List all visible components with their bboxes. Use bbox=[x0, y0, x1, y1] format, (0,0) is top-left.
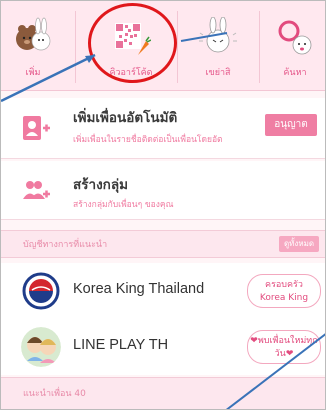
suggested-friends-title: แนะนำเพื่อน 40 bbox=[23, 389, 86, 399]
auto-add-title: เพิ่มเพื่อนอัตโนมัติ bbox=[73, 110, 178, 126]
create-group-subtitle: สร้างกลุ่มกับเพื่อนๆ ของคุณ bbox=[73, 200, 174, 210]
suggested-friends-header: แนะนำเพื่อน 40 bbox=[1, 377, 325, 409]
account-badge-line: ครอบครัว bbox=[265, 280, 303, 290]
create-group-title: สร้างกลุ่ม bbox=[73, 177, 129, 193]
tab-divider bbox=[75, 11, 76, 83]
account-badge[interactable]: ❤พบเพื่อนใหม่ทุก วัน❤ bbox=[247, 330, 321, 364]
auto-add-friends-row[interactable]: เพิ่มเพื่อนอัตโนมัติ เพิ่มเพื่อนในรายชื่… bbox=[1, 98, 325, 159]
group-add-icon bbox=[23, 181, 50, 199]
create-group-row[interactable]: สร้างกลุ่ม สร้างกลุ่มกับเพื่อนๆ ของคุณ bbox=[1, 161, 325, 220]
tab-add[interactable]: เพิ่ม bbox=[1, 1, 65, 90]
tab-shake[interactable]: เขย่าสิ bbox=[186, 1, 250, 90]
tab-search-label: ค้นหา bbox=[283, 68, 307, 78]
bear-bunny-icon bbox=[16, 17, 51, 51]
add-friends-screen: เพิ่ม คิวอาร์โค้ด เขย่าสิ ค้นหา เพิ่มเพื… bbox=[0, 0, 326, 410]
account-badge-line: วัน❤ bbox=[274, 349, 294, 359]
account-name: LINE PLAY TH bbox=[73, 337, 169, 353]
tab-shake-label: เขย่าสิ bbox=[205, 68, 231, 78]
account-badge-line: Korea King bbox=[259, 293, 309, 303]
tab-divider bbox=[177, 11, 178, 83]
auto-add-subtitle: เพิ่มเพื่อนในรายชื่อติดต่อเป็นเพื่อนโดยอ… bbox=[73, 135, 223, 145]
tab-search[interactable]: ค้นหา bbox=[263, 1, 325, 90]
account-row-korea-king[interactable]: Korea King Thailand ครอบครัว Korea King bbox=[1, 263, 325, 319]
allow-button[interactable]: อนุญาต bbox=[265, 114, 317, 136]
account-row-line-play[interactable]: LINE PLAY TH ❤พบเพื่อนใหม่ทุก วัน❤ bbox=[1, 319, 325, 375]
recommended-accounts-header: บัญชีทางการที่แนะนำ ดูทั้งหมด bbox=[1, 230, 325, 258]
shake-bunny-icon bbox=[199, 17, 237, 53]
recommended-accounts-title: บัญชีทางการที่แนะนำ bbox=[23, 240, 108, 250]
account-badge-line: ❤พบเพื่อนใหม่ทุก bbox=[250, 336, 318, 346]
view-all-button[interactable]: ดูทั้งหมด bbox=[279, 236, 319, 252]
korea-king-logo-icon bbox=[21, 271, 61, 311]
line-play-avatar-icon bbox=[21, 327, 61, 367]
search-bunny-icon bbox=[278, 20, 312, 55]
highlight-circle bbox=[88, 3, 177, 83]
tab-add-label: เพิ่ม bbox=[25, 68, 41, 78]
account-name: Korea King Thailand bbox=[73, 281, 205, 297]
account-badge[interactable]: ครอบครัว Korea King bbox=[247, 274, 321, 308]
tab-divider bbox=[259, 11, 260, 83]
add-contact-icon bbox=[23, 116, 50, 140]
